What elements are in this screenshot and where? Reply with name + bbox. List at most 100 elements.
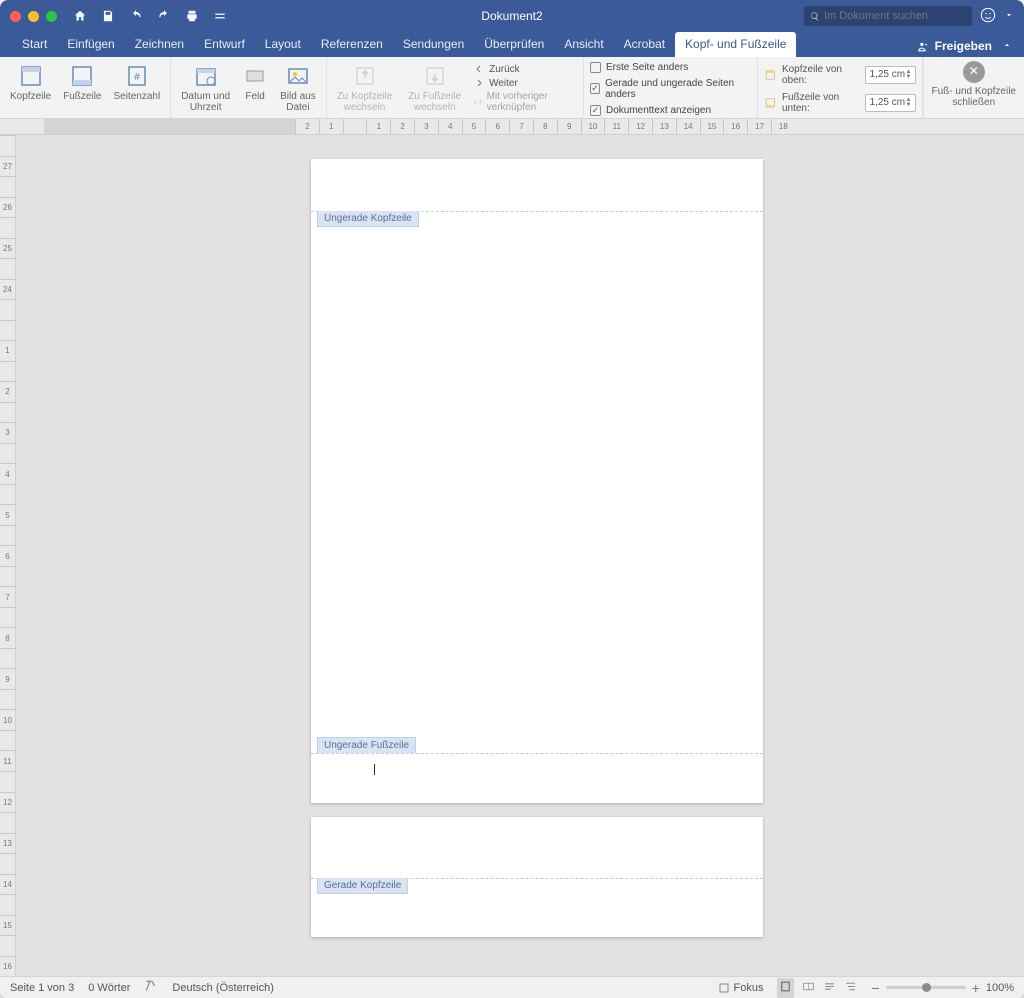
search-box[interactable] [804,6,972,26]
fusszeile-icon [69,63,95,89]
quick-access-toolbar [67,9,227,23]
zoom-window-button[interactable] [46,11,57,22]
zu-fusszeile-button[interactable]: Zu Fußzeile wechseln [404,61,465,115]
customize-qat-icon[interactable] [213,9,227,23]
kopfzeile-position-input[interactable]: 1,25 cm▲▼ [865,66,915,84]
ribbon-group-position: Kopfzeile von oben: 1,25 cm▲▼ Fußzeile v… [758,57,922,118]
fusszeile-button[interactable]: Fußzeile [59,61,105,104]
footer-tag-odd: Ungerade Fußzeile [317,737,416,753]
ribbon-group-navigation: Zu Kopfzeile wechseln Zu Fußzeile wechse… [327,57,584,118]
zoom-in-button[interactable]: + [972,980,980,996]
tab-ansicht[interactable]: Ansicht [554,32,613,57]
zoom-level[interactable]: 100% [986,982,1014,994]
vertical-ruler[interactable]: 2726252412345678910111213141516 [0,135,16,976]
titlebar: Dokument2 [0,0,1024,32]
tab-acrobat[interactable]: Acrobat [614,32,675,57]
tab-referenzen[interactable]: Referenzen [311,32,393,57]
ribbon: Kopfzeile Fußzeile # Seitenzahl Datum un… [0,57,1024,119]
link-icon [473,96,483,108]
spellcheck-icon[interactable] [144,979,158,996]
picture-icon [285,63,311,89]
window-controls [0,11,67,22]
tab-zeichnen[interactable]: Zeichnen [125,32,194,57]
read-mode-view-icon[interactable] [802,980,815,996]
zu-kopfzeile-button[interactable]: Zu Kopfzeile wechseln [333,61,397,115]
seitenzahl-button[interactable]: # Seitenzahl [110,61,165,104]
outline-view-icon[interactable] [844,980,857,996]
tab-layout[interactable]: Layout [255,32,311,57]
overflow-icon[interactable] [1004,9,1014,23]
home-icon[interactable] [73,9,87,23]
dokumenttext-checkbox[interactable]: ✓Dokumenttext anzeigen [590,105,751,116]
goto-header-icon [352,63,378,89]
calendar-icon [193,63,219,89]
tab-start[interactable]: Start [12,32,57,57]
web-layout-view-icon[interactable] [823,980,836,996]
status-wordcount[interactable]: 0 Wörter [88,982,130,994]
focus-mode-button[interactable]: Fokus [718,982,764,994]
zurueck-button[interactable]: Zurück [473,63,577,75]
prev-icon [473,63,485,75]
close-header-footer-button[interactable]: ✕ Fuß- und Kopfzeile schließen [923,57,1024,118]
header-tag-odd: Ungerade Kopfzeile [317,211,419,227]
svg-text:#: # [134,72,140,83]
next-icon [473,77,485,89]
ribbon-group-options: Erste Seite anders ✓Gerade und ungerade … [584,57,758,118]
collapse-ribbon-icon[interactable] [1002,39,1012,53]
kopfzeile-icon [18,63,44,89]
kopf-label: Kopfzeile von oben: [782,64,861,86]
fuss-label: Fußzeile von unten: [782,92,861,114]
zoom-control: − + 100% [871,980,1014,996]
header-tag-even: Gerade Kopfzeile [317,878,408,894]
close-icon: ✕ [963,61,985,83]
field-icon [242,63,268,89]
erste-seite-checkbox[interactable]: Erste Seite anders [590,62,751,73]
workspace: 2726252412345678910111213141516 Ungerade… [0,135,1024,976]
close-window-button[interactable] [10,11,21,22]
feld-button[interactable]: Feld [238,61,272,115]
zoom-out-button[interactable]: − [871,980,879,996]
redo-icon[interactable] [157,9,171,23]
gerade-ungerade-checkbox[interactable]: ✓Gerade und ungerade Seiten anders [590,78,751,100]
tab-ueberpruefen[interactable]: Überprüfen [474,32,554,57]
fusszeile-position-input[interactable]: 1,25 cm▲▼ [865,94,915,112]
weiter-button[interactable]: Weiter [473,77,577,89]
bild-button[interactable]: Bild aus Datei [276,61,320,115]
page-1: Ungerade Kopfzeile Ungerade Fußzeile [311,159,763,803]
datum-button[interactable]: Datum und Uhrzeit [177,61,234,115]
tab-kopf-fusszeile[interactable]: Kopf- und Fußzeile [675,32,796,57]
tab-sendungen[interactable]: Sendungen [393,32,474,57]
tab-entwurf[interactable]: Entwurf [194,32,255,57]
ribbon-tabs: Start Einfügen Zeichnen Entwurf Layout R… [0,32,1024,57]
print-layout-view-icon[interactable] [777,978,794,998]
horizontal-ruler[interactable]: 21123456789101112131415161718 [0,119,1024,135]
search-icon [810,11,820,22]
minimize-window-button[interactable] [28,11,39,22]
print-icon[interactable] [185,9,199,23]
app-window: Dokument2 Start Einfügen Zeichnen Entwur… [0,0,1024,998]
status-bar: Seite 1 von 3 0 Wörter Deutsch (Österrei… [0,976,1024,998]
share-button[interactable]: Freigeben [917,39,992,53]
search-input[interactable] [824,10,966,22]
verknuepfen-button[interactable]: Mit vorheriger verknüpfen [473,91,577,113]
kopfzeile-button[interactable]: Kopfzeile [6,61,55,104]
zoom-slider[interactable] [886,986,966,989]
seitenzahl-icon: # [124,63,150,89]
view-mode-switcher [777,978,857,998]
goto-footer-icon [422,63,448,89]
footer-position-icon [764,96,777,110]
share-icon [917,40,930,53]
status-page[interactable]: Seite 1 von 3 [10,982,74,994]
feedback-icon[interactable] [980,7,996,26]
document-title: Dokument2 [481,9,542,23]
page-2: Gerade Kopfzeile [311,817,763,937]
tab-einfuegen[interactable]: Einfügen [57,32,124,57]
undo-icon[interactable] [129,9,143,23]
document-canvas[interactable]: Ungerade Kopfzeile Ungerade Fußzeile Ger… [16,135,1024,976]
ribbon-group-header: Kopfzeile Fußzeile # Seitenzahl [0,57,171,118]
status-language[interactable]: Deutsch (Österreich) [172,982,273,994]
save-icon[interactable] [101,9,115,23]
ribbon-group-insert: Datum und Uhrzeit Feld Bild aus Datei [171,57,327,118]
text-cursor [374,764,375,775]
header-position-icon [764,68,777,82]
